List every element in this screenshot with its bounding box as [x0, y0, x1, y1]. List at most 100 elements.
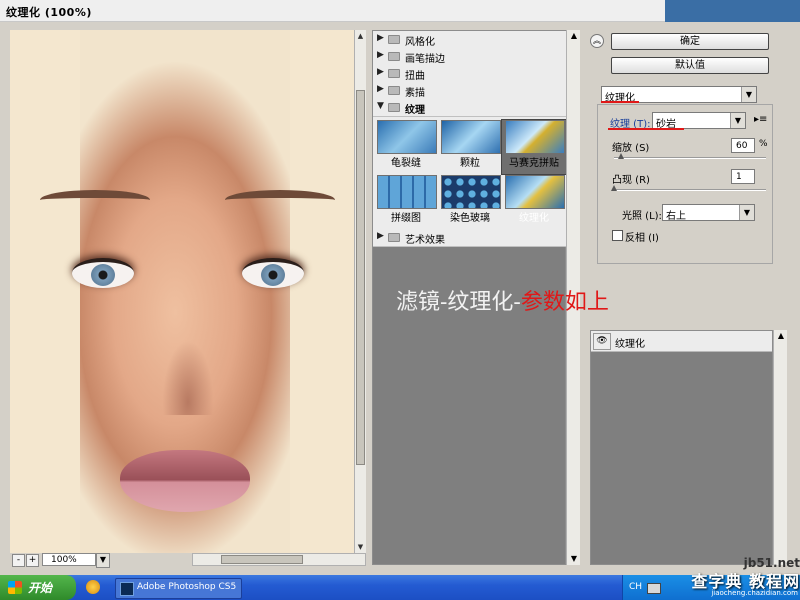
desktop-background: [665, 0, 800, 22]
folder-icon: [388, 86, 400, 95]
expand-arrow-icon: ▶: [377, 67, 384, 77]
expand-arrow-icon: ▶: [377, 84, 384, 94]
light-select[interactable]: 右上 ▼: [662, 204, 755, 222]
texturizer-thumb[interactable]: [505, 175, 565, 209]
left-eye: [72, 258, 134, 288]
stained-glass-label[interactable]: 染色玻璃: [439, 209, 501, 224]
craquelure-thumb[interactable]: [377, 120, 437, 154]
category-label: 扭曲: [405, 71, 425, 82]
dialog-title-bar[interactable]: 纹理化 (100%): [0, 0, 665, 22]
category-texture[interactable]: ▼ 纹理: [373, 99, 567, 117]
category-artistic[interactable]: ▶ 艺术效果: [373, 229, 567, 247]
layers-scrollbar[interactable]: ▲: [773, 330, 787, 565]
scaling-input[interactable]: 60: [731, 138, 755, 153]
expand-arrow-icon: ▶: [377, 33, 384, 43]
scroll-up-icon[interactable]: ▲: [356, 31, 365, 41]
scroll-down-icon[interactable]: ▼: [569, 554, 579, 564]
language-indicator[interactable]: CH: [629, 582, 642, 592]
effect-layers-panel: 👁 纹理化: [590, 330, 773, 565]
texturizer-label[interactable]: 纹理化: [503, 209, 565, 224]
default-button[interactable]: 默认值: [611, 57, 769, 74]
task-label: Adobe Photoshop CS5: [137, 582, 237, 592]
annotation-underline: [601, 101, 639, 103]
preview-vertical-scrollbar[interactable]: ▲ ▼: [354, 30, 366, 553]
light-label: 光照 (L):: [622, 211, 662, 222]
annotation-highlight: 参数如上: [520, 290, 609, 315]
effect-layer-row[interactable]: 👁 纹理化: [591, 331, 772, 352]
chevron-down-icon[interactable]: ▼: [739, 205, 754, 220]
expand-arrow-icon: ▶: [377, 50, 384, 60]
scroll-thumb[interactable]: [356, 90, 365, 465]
invert-label: 反相 (I): [625, 233, 659, 244]
category-label: 画笔描边: [405, 54, 445, 65]
zoom-level[interactable]: 100%: [42, 553, 96, 566]
windows-logo-icon: [8, 581, 22, 594]
scroll-down-icon[interactable]: ▼: [356, 542, 365, 552]
grain-thumb[interactable]: [441, 120, 501, 154]
scaling-label: 缩放 (S): [612, 143, 650, 154]
relief-label: 凸现 (R): [612, 175, 650, 186]
stained-glass-thumb[interactable]: [441, 175, 501, 209]
zoom-out-button[interactable]: -: [12, 554, 25, 567]
texture-thumbnails: 龟裂缝 颗粒 马赛克拼贴 拼缀图 染色玻璃 纹理化: [373, 117, 569, 229]
preview-horizontal-scrollbar[interactable]: [192, 553, 366, 566]
expand-arrow-icon: ▶: [377, 231, 384, 241]
grain-label[interactable]: 颗粒: [439, 154, 501, 169]
quick-launch-icon[interactable]: [86, 580, 100, 594]
category-stylize[interactable]: ▶ 风格化: [373, 31, 567, 49]
relief-slider-handle[interactable]: [611, 185, 617, 191]
taskbar-photoshop-button[interactable]: Adobe Photoshop CS5: [115, 578, 242, 599]
right-eyebrow: [225, 190, 335, 210]
start-label: 开始: [28, 581, 53, 595]
category-distort[interactable]: ▶ 扭曲: [373, 65, 567, 83]
patchwork-label[interactable]: 拼缀图: [375, 209, 437, 224]
hair-left: [10, 30, 80, 553]
left-iris: [91, 264, 115, 286]
start-button[interactable]: 开始: [0, 575, 76, 600]
collapse-gallery-icon[interactable]: ︽: [590, 34, 604, 48]
chevron-down-icon[interactable]: ▼: [730, 113, 745, 128]
annotation-text: 滤镜-纹理化-: [396, 290, 521, 315]
mosaic-tiles-thumb[interactable]: [505, 120, 565, 154]
right-iris: [261, 264, 285, 286]
category-brush-strokes[interactable]: ▶ 画笔描边: [373, 48, 567, 66]
scaling-slider-handle[interactable]: [618, 153, 624, 159]
relief-slider[interactable]: [614, 189, 766, 191]
folder-icon: [388, 233, 400, 242]
zoom-dropdown-icon[interactable]: ▼: [96, 553, 110, 568]
dialog-title: 纹理化 (100%): [6, 6, 92, 19]
scaling-slider[interactable]: [614, 157, 766, 159]
texture-menu-icon[interactable]: ▸≡: [754, 114, 767, 125]
photoshop-icon: [120, 582, 134, 596]
texturizer-settings: 纹理 (T): 砂岩 ▼ ▸≡ 缩放 (S) 60 % 凸现 (R) 1 光照 …: [597, 104, 773, 264]
preview-image[interactable]: [10, 30, 354, 553]
folder-icon: [388, 52, 400, 61]
invert-checkbox[interactable]: [612, 230, 623, 241]
craquelure-label[interactable]: 龟裂缝: [375, 154, 437, 169]
ok-button[interactable]: 确定: [611, 33, 769, 50]
folder-icon: [388, 35, 400, 44]
scroll-up-icon[interactable]: ▲: [569, 31, 579, 41]
category-sketch[interactable]: ▶ 素描: [373, 82, 567, 100]
right-eye: [242, 258, 304, 288]
hscroll-thumb[interactable]: [221, 555, 303, 564]
chevron-down-icon[interactable]: ▼: [741, 87, 756, 102]
folder-icon: [388, 69, 400, 78]
texture-select[interactable]: 砂岩 ▼: [652, 112, 746, 130]
nose-shadow: [158, 330, 218, 415]
patchwork-thumb[interactable]: [377, 175, 437, 209]
scroll-up-icon[interactable]: ▲: [776, 331, 786, 341]
eye-icon[interactable]: 👁: [593, 333, 611, 350]
watermark-url: jiaocheng.chazidian.com: [711, 589, 798, 597]
category-label: 艺术效果: [405, 235, 445, 246]
collapse-arrow-icon: ▼: [377, 101, 384, 111]
zoom-in-button[interactable]: +: [26, 554, 39, 567]
keyboard-icon[interactable]: [647, 583, 661, 594]
folder-open-icon: [388, 103, 400, 112]
hair-right: [290, 30, 354, 553]
mosaic-tiles-label[interactable]: 马赛克拼贴: [503, 154, 565, 169]
tutorial-annotation: 滤镜-纹理化-参数如上: [396, 284, 696, 320]
preview-toolbar: - + 100% ▼: [10, 553, 366, 568]
relief-input[interactable]: 1: [731, 169, 755, 184]
category-label: 纹理: [405, 105, 425, 116]
